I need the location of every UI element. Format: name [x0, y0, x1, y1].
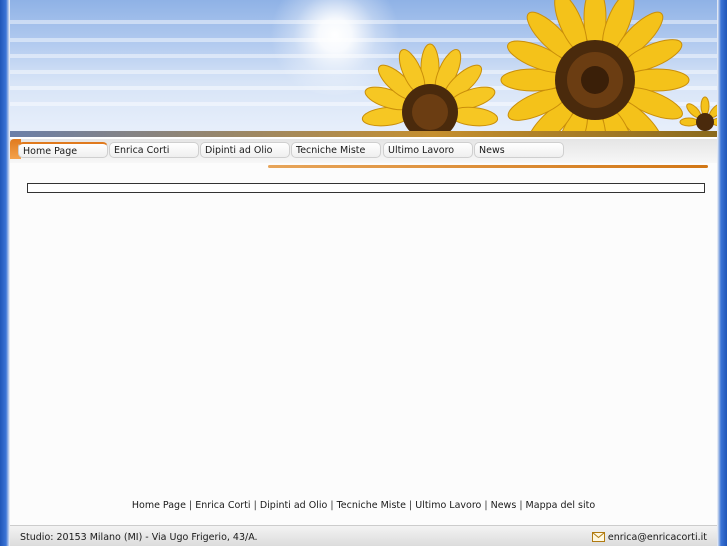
footer-link-enrica-corti[interactable]: Enrica Corti — [195, 500, 250, 511]
page: Home Page Enrica Corti Dipinti ad Olio T… — [10, 0, 717, 546]
footer-link-home-page[interactable]: Home Page — [132, 500, 186, 511]
content-frame — [27, 183, 705, 193]
footer-links: Home Page | Enrica Corti | Dipinti ad Ol… — [10, 500, 717, 511]
email-text: enrica@enricacorti.it — [607, 532, 707, 543]
studio-address: Studio: 20153 Milano (MI) - Via Ugo Frig… — [20, 532, 258, 543]
footer-separator: | — [409, 500, 413, 511]
footer-separator: | — [188, 500, 193, 511]
bottom-bar: Studio: 20153 Milano (MI) - Via Ugo Frig… — [10, 525, 717, 546]
sunflowers-image — [361, 0, 717, 137]
nav-enrica-corti[interactable]: Enrica Corti — [109, 142, 199, 158]
footer-link-news[interactable]: News — [491, 500, 517, 511]
nav-news[interactable]: News — [474, 142, 564, 158]
footer-separator: | — [519, 500, 523, 511]
footer-separator: | — [253, 500, 257, 511]
footer-link-mappa-del-sito[interactable]: Mappa del sito — [526, 500, 596, 511]
orange-divider — [268, 165, 708, 168]
nav-dipinti-ad-olio[interactable]: Dipinti ad Olio — [200, 142, 290, 158]
footer-link-ultimo-lavoro[interactable]: Ultimo Lavoro — [415, 500, 481, 511]
footer-link-dipinti-ad-olio[interactable]: Dipinti ad Olio — [260, 500, 327, 511]
nav-tecniche-miste[interactable]: Tecniche Miste — [291, 142, 381, 158]
email-link[interactable]: enrica@enricacorti.it — [591, 532, 707, 543]
footer-separator: | — [484, 500, 488, 511]
header-banner — [10, 0, 717, 137]
footer-link-tecniche-miste[interactable]: Tecniche Miste — [337, 500, 406, 511]
footer-separator: | — [330, 500, 334, 511]
nav-home-page[interactable]: Home Page — [18, 142, 108, 158]
mail-icon — [591, 532, 605, 542]
nav-ultimo-lavoro[interactable]: Ultimo Lavoro — [383, 142, 473, 158]
